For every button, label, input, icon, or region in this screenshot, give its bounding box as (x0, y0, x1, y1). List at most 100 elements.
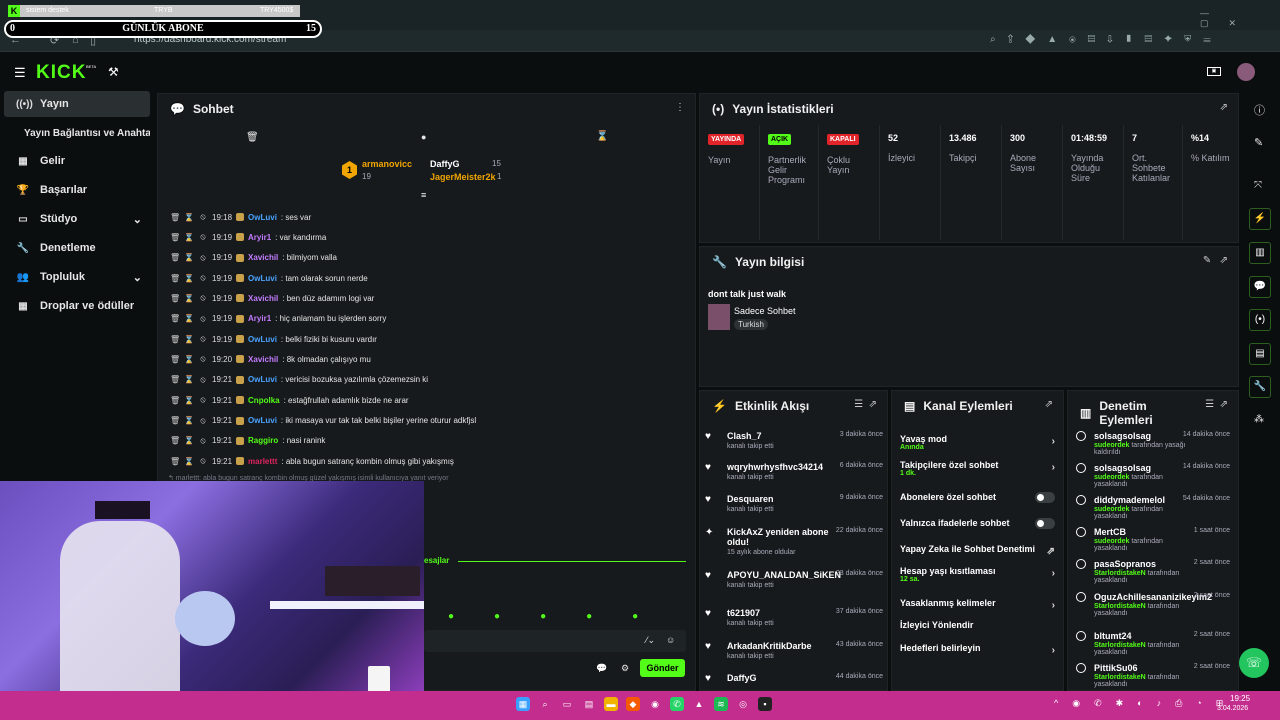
delete-icon[interactable]: 🗑 (170, 314, 180, 323)
delete-icon[interactable]: 🗑 (170, 233, 180, 242)
channel-action[interactable]: Yasaklanmış kelimeler › (900, 598, 1055, 611)
message-username[interactable]: OwLuvi (248, 416, 277, 425)
browser-toolbar-icons[interactable]: ⌕⇪◆▲⦿▤⇩▮▤✦⛨☰ (990, 34, 1223, 45)
sidebar-item-studyo[interactable]: ▭ Stüdyo ⌄ (4, 206, 150, 232)
brave-icon[interactable]: ◆ (626, 697, 640, 711)
delete-icon[interactable]: 🗑 (170, 396, 180, 405)
chat-message[interactable]: 🗑 ⌛ ⦸ 19:18 OwLuvi: ses var (170, 210, 311, 224)
search-icon[interactable]: ⌕ (538, 697, 552, 711)
browser-tab[interactable]: sistem destek TRYB TRY4500$ (8, 5, 300, 17)
system-tray-icons[interactable]: ^◉✆✱◐♪⎙◔⊞ (1054, 698, 1237, 709)
delete-icon[interactable]: 🗑 (170, 416, 180, 425)
message-username[interactable]: Cnpolka (248, 396, 280, 405)
chat-message[interactable]: 🗑 ⌛ ⦸ 19:19 Aryir1: var kandırma (170, 230, 326, 244)
timeout-icon[interactable]: ⌛ (184, 335, 194, 344)
chat-message[interactable]: 🗑 ⌛ ⦸ 19:19 Xavichil: bilmiyom valla (170, 251, 337, 265)
channel-action[interactable]: Yalnızca ifadelerle sohbet (900, 518, 1055, 529)
ban-icon[interactable]: ⦸ (198, 456, 208, 466)
delete-icon[interactable]: 🗑 (170, 375, 180, 384)
ban-icon[interactable]: ⦸ (198, 253, 208, 263)
chevron-right-icon[interactable]: › (1052, 462, 1055, 473)
delete-icon[interactable]: 🗑 (170, 294, 180, 303)
edit-and-popout-icons[interactable]: ✎ ⇗ (1203, 255, 1228, 266)
sidebar-item-basarilar[interactable]: 🏆 Başarılar (4, 177, 150, 203)
sidebar-item-denetleme[interactable]: 🔧 Denetleme (4, 235, 150, 261)
emote-row[interactable]: ●●●●● (448, 611, 678, 622)
chevron-right-icon[interactable]: › (1052, 600, 1055, 611)
broadcast-icon[interactable]: (•) (1249, 309, 1271, 331)
spotify-icon[interactable]: ≋ (714, 697, 728, 711)
channel-action[interactable]: İzleyici Yönlendir (900, 620, 1055, 630)
message-username[interactable]: Raggiro (248, 436, 278, 445)
document-icon[interactable]: ▥ (1249, 242, 1271, 264)
ban-icon[interactable]: ⦸ (198, 416, 208, 426)
chat-message[interactable]: 🗑 ⌛ ⦸ 19:19 Xavichil: ben düz adamım logi va… (170, 291, 374, 305)
lightning-icon[interactable]: ⚡ (1249, 208, 1271, 230)
channel-action[interactable]: Hedefleri belirleyin › (900, 643, 1055, 656)
sidebar-item-droplar[interactable]: ▦ Droplar ve ödüller (4, 293, 150, 319)
delete-icon[interactable]: 🗑 (170, 436, 180, 445)
chat-message[interactable]: 🗑 ⌛ ⦸ 19:19 OwLuvi: belki fiziki bi kusuru v… (170, 332, 377, 346)
wrench-icon[interactable]: 🔧 (1249, 376, 1271, 398)
timeout-icon[interactable]: ⌛ (184, 294, 194, 303)
popout-icon[interactable]: ⇗ (1045, 399, 1053, 410)
toggle-switch[interactable] (1035, 518, 1055, 529)
app-icon[interactable]: ▪ (758, 697, 772, 711)
chevron-right-icon[interactable]: › (1052, 568, 1055, 579)
ban-icon[interactable]: ⦸ (198, 395, 208, 405)
avatar[interactable] (1237, 63, 1255, 81)
moderator-name[interactable]: StarlordistakeN (1094, 603, 1146, 610)
start-icon[interactable]: ▦ (516, 697, 530, 711)
delete-icon[interactable]: 🗑 (170, 355, 180, 364)
emoji-icon[interactable]: ☺ (666, 635, 675, 645)
ban-icon[interactable]: ⦸ (198, 436, 208, 446)
obs-icon[interactable]: ◎ (736, 697, 750, 711)
moderator-name[interactable]: sudeordek (1094, 506, 1129, 513)
chat-bubble-icon[interactable]: 💬 (596, 663, 607, 674)
whatsapp-icon[interactable]: ✆ (670, 697, 684, 711)
message-username[interactable]: Xavichil (248, 294, 278, 303)
message-username[interactable]: Aryir1 (248, 233, 271, 242)
message-username[interactable]: Aryir1 (248, 314, 271, 323)
delete-icon[interactable]: 🗑 (170, 213, 180, 222)
message-username[interactable]: Xavichil (248, 253, 278, 262)
external-link-icon[interactable]: ⇗ (1047, 546, 1055, 557)
chat-bubble-icon[interactable]: 💬 (1249, 276, 1271, 298)
channel-action[interactable]: Abonelere özel sohbet (900, 492, 1055, 503)
toggle-switch[interactable] (1035, 492, 1055, 503)
delete-icon[interactable]: 🗑 (170, 274, 180, 283)
timeout-icon[interactable]: ⌛ (184, 314, 194, 323)
ban-icon[interactable]: ⦸ (198, 334, 208, 344)
timeout-icon[interactable]: ⌛ (184, 253, 194, 262)
menu-icon[interactable]: ☰ (14, 65, 26, 81)
timeout-icon[interactable]: ⌛ (184, 233, 194, 242)
chat-message[interactable]: 🗑 ⌛ ⦸ 19:21 Raggiro: nasi ranink (170, 434, 325, 448)
message-username[interactable]: OwLuvi (248, 335, 277, 344)
expand-icon[interactable]: ⤧ (1254, 180, 1262, 191)
taskbar-date[interactable]: 3.04.2026 (1217, 705, 1248, 712)
chat-message[interactable]: 🗑 ⌛ ⦸ 19:21 OwLuvi: vericisi bozuksa yazılım… (170, 373, 428, 387)
chat-filter-icon[interactable]: ● (421, 132, 426, 142)
category-name[interactable]: Sadece Sohbet (734, 306, 796, 316)
collapse-icon[interactable]: ≡ (421, 190, 426, 200)
message-username[interactable]: Xavichil (248, 355, 278, 364)
sidebar-item-yayin[interactable]: ((•)) Yayın (4, 91, 150, 117)
timeout-icon[interactable]: ⌛ (184, 436, 194, 445)
moderator-name[interactable]: sudeordek (1094, 442, 1129, 449)
channel-action[interactable]: Takipçilere özel sohbet 1 dk. › (900, 460, 1055, 477)
chat-message[interactable]: 🗑 ⌛ ⦸ 19:19 Aryir1: hiç anlamam bu işlerden … (170, 312, 386, 326)
window-controls[interactable]: —▢✕ (1200, 8, 1280, 29)
channel-action[interactable]: Yapay Zeka ile Sohbet Denetimi ⇗ (900, 544, 1055, 557)
timeout-icon[interactable]: ⌛ (184, 355, 194, 364)
list-icon[interactable]: ▤ (1249, 343, 1271, 365)
info-icon[interactable]: ⓘ (1254, 102, 1265, 118)
moderator-name[interactable]: sudeordek (1094, 474, 1129, 481)
moderator-name[interactable]: sudeordek (1094, 538, 1129, 545)
timeout-icon[interactable]: ⌛ (184, 274, 194, 283)
filter-and-popout-icons[interactable]: ☰ ⇗ (1205, 399, 1228, 410)
photos-icon[interactable]: ▲ (692, 697, 706, 711)
timeout-icon[interactable]: ⌛ (184, 457, 194, 466)
filter-and-popout-icons[interactable]: ☰ ⇗ (854, 399, 877, 410)
timeout-icon[interactable]: ⌛ (184, 213, 194, 222)
delete-icon[interactable]: 🗑 (170, 253, 180, 262)
